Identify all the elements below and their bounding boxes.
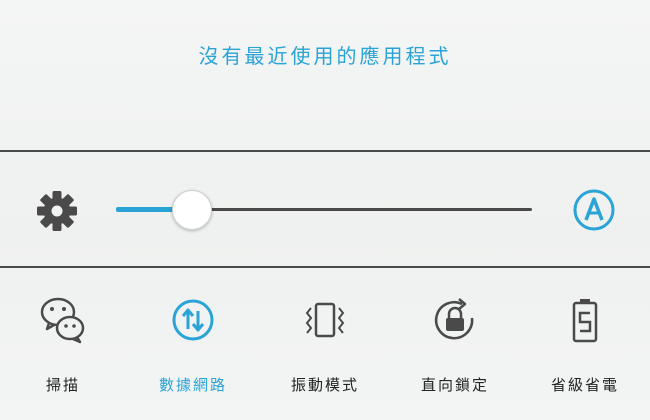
toggle-label: 省級省電 — [550, 376, 619, 394]
toggle-scan[interactable]: 掃描 — [8, 296, 118, 406]
divider — [0, 266, 650, 268]
toggle-battery-saver[interactable]: 省級省電 — [530, 296, 640, 406]
toggle-rotation-lock[interactable]: 直向鎖定 — [400, 296, 510, 406]
battery-saver-icon — [572, 299, 598, 343]
gear-icon[interactable] — [36, 190, 78, 232]
rotation-lock-icon — [434, 298, 474, 340]
toggle-vibrate[interactable]: 振動模式 — [270, 296, 380, 406]
toggle-label: 掃描 — [45, 376, 80, 394]
slider-thumb[interactable] — [172, 190, 212, 230]
auto-brightness-icon[interactable] — [572, 188, 616, 232]
divider — [0, 150, 650, 152]
brightness-slider[interactable] — [116, 188, 536, 232]
toggle-label: 直向鎖定 — [420, 376, 489, 394]
toggle-mobile-data[interactable]: 數據網路 — [138, 296, 248, 406]
mobile-data-icon — [172, 299, 214, 341]
quick-settings-panel: 沒有最近使用的應用程式 掃描 數據網路 振動模式 直向鎖定 省級省電 — [0, 0, 650, 420]
wechat-scan-icon — [40, 297, 85, 344]
no-recent-apps-text: 沒有最近使用的應用程式 — [198, 44, 452, 68]
toggle-label: 振動模式 — [290, 376, 359, 394]
toggle-label: 數據網路 — [158, 376, 227, 394]
vibrate-icon — [305, 302, 345, 338]
